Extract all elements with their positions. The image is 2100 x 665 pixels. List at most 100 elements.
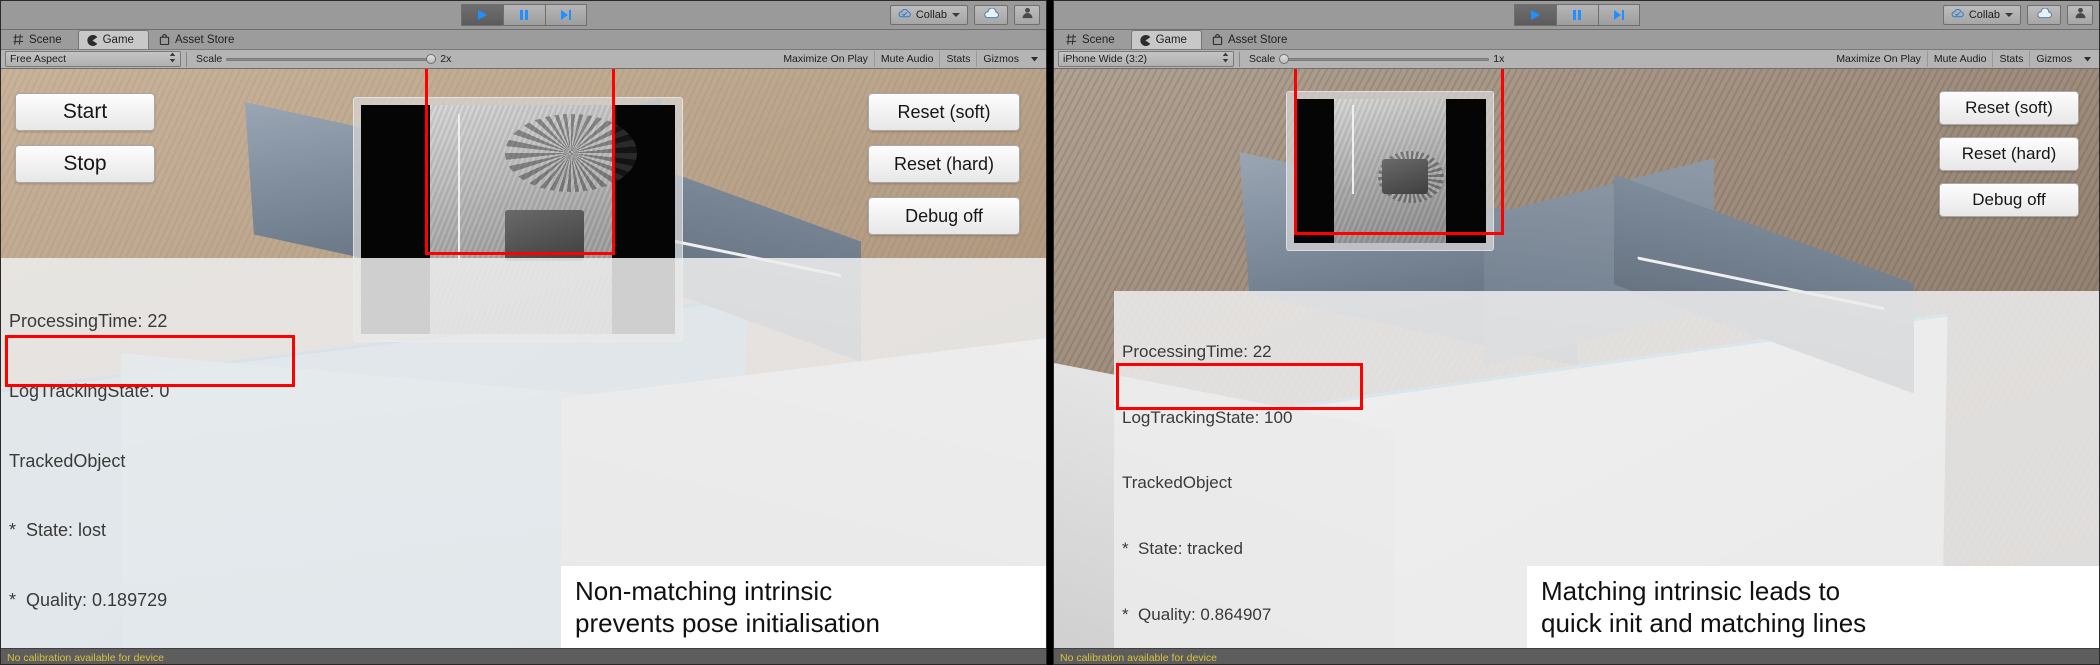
cloud-services-button[interactable] xyxy=(2027,5,2061,25)
tab-scene[interactable]: Scene xyxy=(1058,30,1129,49)
collab-label: Collab xyxy=(1968,9,2000,21)
gizmos-button[interactable]: Gizmos xyxy=(976,51,1025,67)
debug-line: TrackedObject xyxy=(9,450,126,471)
cloud-icon xyxy=(2036,6,2053,24)
collab-button[interactable]: Collab xyxy=(1942,5,2021,25)
gameview-toolbar-left: Free Aspect Scale 2x Maximize On Play Mu… xyxy=(1,50,1046,69)
aspect-ratio-dropdown[interactable]: iPhone Wide (3:2) xyxy=(1058,51,1234,67)
maximize-on-play-button[interactable]: Maximize On Play xyxy=(1830,51,1927,67)
step-forward-button[interactable] xyxy=(544,4,587,26)
camera-feed-edge-line xyxy=(1351,104,1354,195)
mute-audio-button[interactable]: Mute Audio xyxy=(1926,51,1993,67)
account-icon xyxy=(2074,6,2087,24)
tab-scene-label: Scene xyxy=(1082,33,1115,46)
camera-feed-edge-line xyxy=(458,114,461,261)
camera-feed-image xyxy=(1294,99,1486,243)
cloud-check-icon xyxy=(898,8,911,22)
tab-scene[interactable]: Scene xyxy=(5,30,76,49)
gizmos-dropdown-arrow-icon[interactable] xyxy=(2078,51,2097,67)
camera-feed-panel-right xyxy=(1286,91,1494,251)
maximize-on-play-button[interactable]: Maximize On Play xyxy=(777,51,874,67)
gizmos-dropdown-arrow-icon[interactable] xyxy=(1025,51,1044,67)
cloud-services-button[interactable] xyxy=(974,5,1008,25)
transport-controls-left xyxy=(460,4,587,26)
scale-value: 2x xyxy=(440,53,452,65)
debug-line: ProcessingTime: 22 xyxy=(1122,341,1272,361)
scale-slider[interactable] xyxy=(226,53,437,65)
start-button[interactable]: Start xyxy=(15,93,155,131)
debug-off-button[interactable]: Debug off xyxy=(868,197,1020,235)
gameview-toolbar-right: iPhone Wide (3:2) Scale 1x Maximize On P… xyxy=(1054,50,2099,69)
camera-feed-tracked-object xyxy=(1382,159,1429,195)
scale-slider-knob[interactable] xyxy=(426,54,437,64)
unity-editor-pane-left: Collab Scene Game Asset Store Free Aspec… xyxy=(0,0,1047,665)
console-bar-left: No calibration available for device xyxy=(1,648,1046,664)
updown-arrows-icon xyxy=(1222,52,1229,66)
debug-line: * State: tracked xyxy=(1122,539,1243,559)
collab-label: Collab xyxy=(915,9,947,21)
tab-game[interactable]: Game xyxy=(1130,30,1202,49)
playbar-right: Collab xyxy=(1054,1,2099,30)
gameview-toolbar-right-left: Maximize On Play Mute Audio Stats Gizmos xyxy=(777,51,1044,67)
tab-asset-store[interactable]: Asset Store xyxy=(150,30,249,49)
tab-game-label: Game xyxy=(102,34,134,46)
account-button[interactable] xyxy=(1014,5,1040,25)
scene-grid-icon xyxy=(13,34,24,45)
tab-game[interactable]: Game xyxy=(77,30,149,49)
stats-button[interactable]: Stats xyxy=(939,51,976,67)
tab-scene-label: Scene xyxy=(29,33,62,46)
debug-off-button[interactable]: Debug off xyxy=(1939,183,2079,217)
scale-label: Scale xyxy=(196,53,223,65)
console-warning-message: No calibration available for device xyxy=(1060,651,1218,664)
tabstrip-left: Scene Game Asset Store xyxy=(1,30,1046,50)
play-button[interactable] xyxy=(460,4,503,26)
mute-audio-button[interactable]: Mute Audio xyxy=(873,51,940,67)
tab-asset-store[interactable]: Asset Store xyxy=(1203,30,1302,49)
reset-soft-button[interactable]: Reset (soft) xyxy=(1939,91,2079,125)
pause-button[interactable] xyxy=(1555,4,1598,26)
account-icon xyxy=(1021,6,1034,24)
transport-controls-right xyxy=(1513,4,1640,26)
asset-store-bag-icon xyxy=(159,34,170,45)
cloud-check-icon xyxy=(1951,8,1964,22)
play-button[interactable] xyxy=(1513,4,1556,26)
gameview-right[interactable]: Reset (soft) Reset (hard) Debug off Proc… xyxy=(1054,69,2099,664)
stop-button[interactable]: Stop xyxy=(15,145,155,183)
console-bar-right: No calibration available for device xyxy=(1054,648,2099,664)
tab-game-label: Game xyxy=(1155,34,1187,46)
playbar-right-group-right: Collab xyxy=(1942,5,2093,25)
stats-button[interactable]: Stats xyxy=(1992,51,2029,67)
scale-slider-track xyxy=(1279,58,1490,61)
reset-hard-button[interactable]: Reset (hard) xyxy=(868,145,1020,183)
pause-button[interactable] xyxy=(502,4,545,26)
reset-soft-button[interactable]: Reset (soft) xyxy=(868,93,1020,131)
aspect-ratio-dropdown[interactable]: Free Aspect xyxy=(5,51,181,67)
console-warning-message: No calibration available for device xyxy=(7,651,165,664)
debug-line: LogTrackingState: 0 xyxy=(9,381,170,402)
scale-label: Scale xyxy=(1249,53,1276,65)
figure-caption-left-text: Non-matching intrinsic prevents pose ini… xyxy=(575,576,880,638)
reset-hard-button[interactable]: Reset (hard) xyxy=(1939,137,2079,171)
playbar-left: Collab xyxy=(1,1,1046,30)
unity-editor-pane-right: Collab Scene Game Asset Store iPhone Wid… xyxy=(1053,0,2100,665)
scale-slider[interactable] xyxy=(1279,53,1490,65)
debug-line: ProcessingTime: 22 xyxy=(9,311,168,332)
gameview-left[interactable]: Start Stop Reset (soft) Reset (hard) Deb… xyxy=(1,69,1046,664)
scale-slider-knob[interactable] xyxy=(1279,54,1290,64)
figure-caption-right-text: Matching intrinsic leads to quick init a… xyxy=(1541,576,1867,638)
camera-feed-texture-blob xyxy=(505,114,638,193)
gizmos-button[interactable]: Gizmos xyxy=(2029,51,2078,67)
aspect-ratio-value: iPhone Wide (3:2) xyxy=(1063,53,1148,65)
tab-asset-store-label: Asset Store xyxy=(1227,33,1288,46)
tab-asset-store-label: Asset Store xyxy=(174,33,235,46)
playbar-right-group-left: Collab xyxy=(889,5,1040,25)
step-forward-button[interactable] xyxy=(1597,4,1640,26)
camera-feed-letterbox-right xyxy=(1445,99,1486,243)
debug-line: TrackedObject xyxy=(1122,473,1232,493)
chevron-down-icon xyxy=(952,9,960,21)
account-button[interactable] xyxy=(2067,5,2093,25)
scene-grid-icon xyxy=(1066,34,1077,45)
camera-feed-tracked-object xyxy=(505,210,584,261)
camera-feed-letterbox-left xyxy=(1294,99,1335,243)
collab-button[interactable]: Collab xyxy=(889,5,968,25)
